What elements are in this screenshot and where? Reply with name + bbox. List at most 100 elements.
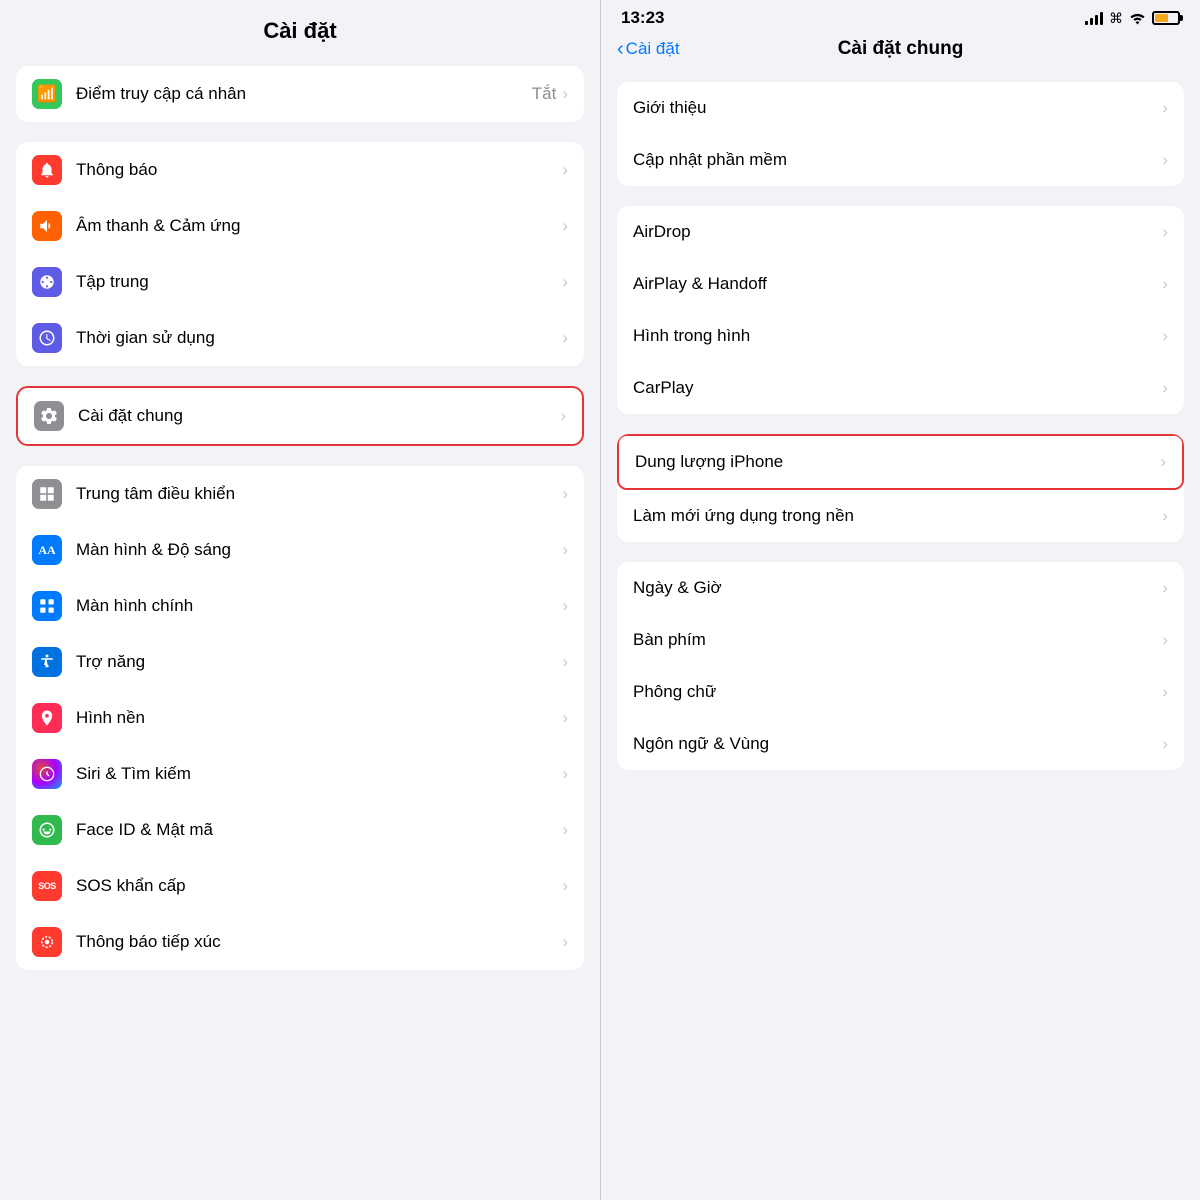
man-hinh-chinh-chevron: › (562, 596, 568, 616)
face-id-icon (32, 815, 62, 845)
cai-dat-chung-label: Cài đặt chung (78, 406, 560, 426)
trung-tam-chevron: › (562, 484, 568, 504)
thoi-gian-chevron: › (562, 328, 568, 348)
face-id-row[interactable]: Face ID & Mật mã › (16, 802, 584, 858)
face-id-label: Face ID & Mật mã (76, 820, 562, 840)
am-thanh-icon (32, 211, 62, 241)
dung-luong-label: Dung lượng iPhone (635, 452, 1160, 472)
tap-trung-icon (32, 267, 62, 297)
back-button[interactable]: ‹ Cài đặt (617, 38, 680, 61)
ban-phim-label: Bàn phím (633, 630, 1162, 650)
face-id-chevron: › (562, 820, 568, 840)
dung-luong-chevron: › (1160, 452, 1166, 472)
ngay-gio-chevron: › (1162, 578, 1168, 598)
phong-chu-row[interactable]: Phông chữ › (617, 666, 1184, 718)
page-title: Cài đặt chung (838, 38, 964, 60)
man-hinh-chinh-label: Màn hình chính (76, 596, 562, 616)
signal-icon (1085, 11, 1103, 25)
airplay-row[interactable]: AirPlay & Handoff › (617, 258, 1184, 310)
hinh-trong-hinh-row[interactable]: Hình trong hình › (617, 310, 1184, 362)
cap-nhat-row[interactable]: Cập nhật phần mềm › (617, 134, 1184, 186)
hotspot-label: Điểm truy cập cá nhân (76, 84, 532, 104)
hinh-trong-hinh-label: Hình trong hình (633, 326, 1162, 346)
airdrop-label: AirDrop (633, 222, 1162, 242)
tiep-xuc-icon (32, 927, 62, 957)
trung-tam-label: Trung tâm điều khiển (76, 484, 562, 504)
hinh-trong-hinh-chevron: › (1162, 326, 1168, 346)
tro-nang-label: Trợ năng (76, 652, 562, 672)
wifi-icon: ⌘ (1109, 10, 1123, 27)
cap-nhat-label: Cập nhật phần mềm (633, 150, 1162, 170)
tro-nang-row[interactable]: Trợ năng › (16, 634, 584, 690)
dung-luong-row[interactable]: Dung lượng iPhone › (619, 436, 1182, 488)
gioi-thieu-row[interactable]: Giới thiệu › (617, 82, 1184, 134)
cai-dat-chung-chevron: › (560, 406, 566, 426)
thong-bao-row[interactable]: Thông báo › (16, 142, 584, 198)
tap-trung-row[interactable]: Tập trung › (16, 254, 584, 310)
system-group: Ngày & Giờ › Bàn phím › Phông chữ › Ngôn… (617, 562, 1184, 770)
right-panel: 13:23 ⌘ ‹ Cài đặt Cài đặt chung Giới thi… (600, 0, 1200, 1200)
tro-nang-chevron: › (562, 652, 568, 672)
sos-row[interactable]: SOS SOS khẩn cấp › (16, 858, 584, 914)
storage-group: Dung lượng iPhone › Làm mới ứng dụng tro… (617, 434, 1184, 542)
sos-chevron: › (562, 876, 568, 896)
notifications-group: Thông báo › Âm thanh & Cảm ứng › (16, 142, 584, 366)
tro-nang-icon (32, 647, 62, 677)
trung-tam-icon (32, 479, 62, 509)
right-nav-bar: ‹ Cài đặt Cài đặt chung (601, 32, 1200, 70)
thoi-gian-row[interactable]: Thời gian sử dụng › (16, 310, 584, 366)
lam-moi-row[interactable]: Làm mới ứng dụng trong nền › (617, 490, 1184, 542)
left-panel: Cài đặt 📶 Điểm truy cập cá nhân Tắt › Th… (0, 0, 600, 1200)
gioi-thieu-chevron: › (1162, 98, 1168, 118)
trung-tam-row[interactable]: Trung tâm điều khiển › (16, 466, 584, 522)
back-label: Cài đặt (626, 39, 680, 59)
man-hinh-chevron: › (562, 540, 568, 560)
siri-row[interactable]: Siri & Tìm kiếm › (16, 746, 584, 802)
hinh-nen-label: Hình nền (76, 708, 562, 728)
sos-icon: SOS (32, 871, 62, 901)
ngay-gio-row[interactable]: Ngày & Giờ › (617, 562, 1184, 614)
status-time: 13:23 (621, 8, 664, 28)
hinh-nen-chevron: › (562, 708, 568, 728)
hinh-nen-row[interactable]: Hình nền › (16, 690, 584, 746)
cai-dat-chung-icon (34, 401, 64, 431)
ngay-gio-label: Ngày & Giờ (633, 578, 1162, 598)
cap-nhat-chevron: › (1162, 150, 1168, 170)
man-hinh-chinh-row[interactable]: Màn hình chính › (16, 578, 584, 634)
am-thanh-chevron: › (562, 216, 568, 236)
cai-dat-chung-row[interactable]: Cài đặt chung › (18, 388, 582, 444)
ban-phim-chevron: › (1162, 630, 1168, 650)
wifi-icon-svg (1129, 12, 1146, 25)
hotspot-chevron: › (562, 84, 568, 104)
back-chevron-icon: ‹ (617, 38, 624, 61)
ngon-ngu-row[interactable]: Ngôn ngữ & Vùng › (617, 718, 1184, 770)
am-thanh-row[interactable]: Âm thanh & Cảm ứng › (16, 198, 584, 254)
tiep-xuc-row[interactable]: Thông báo tiếp xúc › (16, 914, 584, 970)
tap-trung-label: Tập trung (76, 272, 562, 292)
partial-top-item[interactable]: 📶 Điểm truy cập cá nhân Tắt › (16, 66, 584, 122)
airplay-label: AirPlay & Handoff (633, 274, 1162, 294)
thong-bao-icon (32, 155, 62, 185)
ban-phim-row[interactable]: Bàn phím › (617, 614, 1184, 666)
status-icons: ⌘ (1085, 10, 1180, 27)
siri-icon (32, 759, 62, 789)
man-hinh-chinh-icon (32, 591, 62, 621)
left-header: Cài đặt (0, 0, 600, 54)
hinh-nen-icon (32, 703, 62, 733)
display-group: Trung tâm điều khiển › AA Màn hình & Độ … (16, 466, 584, 970)
dung-luong-highlighted: Dung lượng iPhone › (617, 434, 1184, 490)
hotspot-value: Tắt (532, 84, 557, 104)
airdrop-row[interactable]: AirDrop › (617, 206, 1184, 258)
man-hinh-label: Màn hình & Độ sáng (76, 540, 562, 560)
siri-label: Siri & Tìm kiếm (76, 764, 562, 784)
carplay-label: CarPlay (633, 378, 1162, 398)
tap-trung-chevron: › (562, 272, 568, 292)
man-hinh-row[interactable]: AA Màn hình & Độ sáng › (16, 522, 584, 578)
general-group-highlighted: Cài đặt chung › (16, 386, 584, 446)
carplay-row[interactable]: CarPlay › (617, 362, 1184, 414)
am-thanh-label: Âm thanh & Cảm ứng (76, 216, 562, 236)
info-group: Giới thiệu › Cập nhật phần mềm › (617, 82, 1184, 186)
left-title: Cài đặt (263, 18, 336, 43)
hotspot-icon: 📶 (32, 79, 62, 109)
lam-moi-label: Làm mới ứng dụng trong nền (633, 506, 1162, 526)
